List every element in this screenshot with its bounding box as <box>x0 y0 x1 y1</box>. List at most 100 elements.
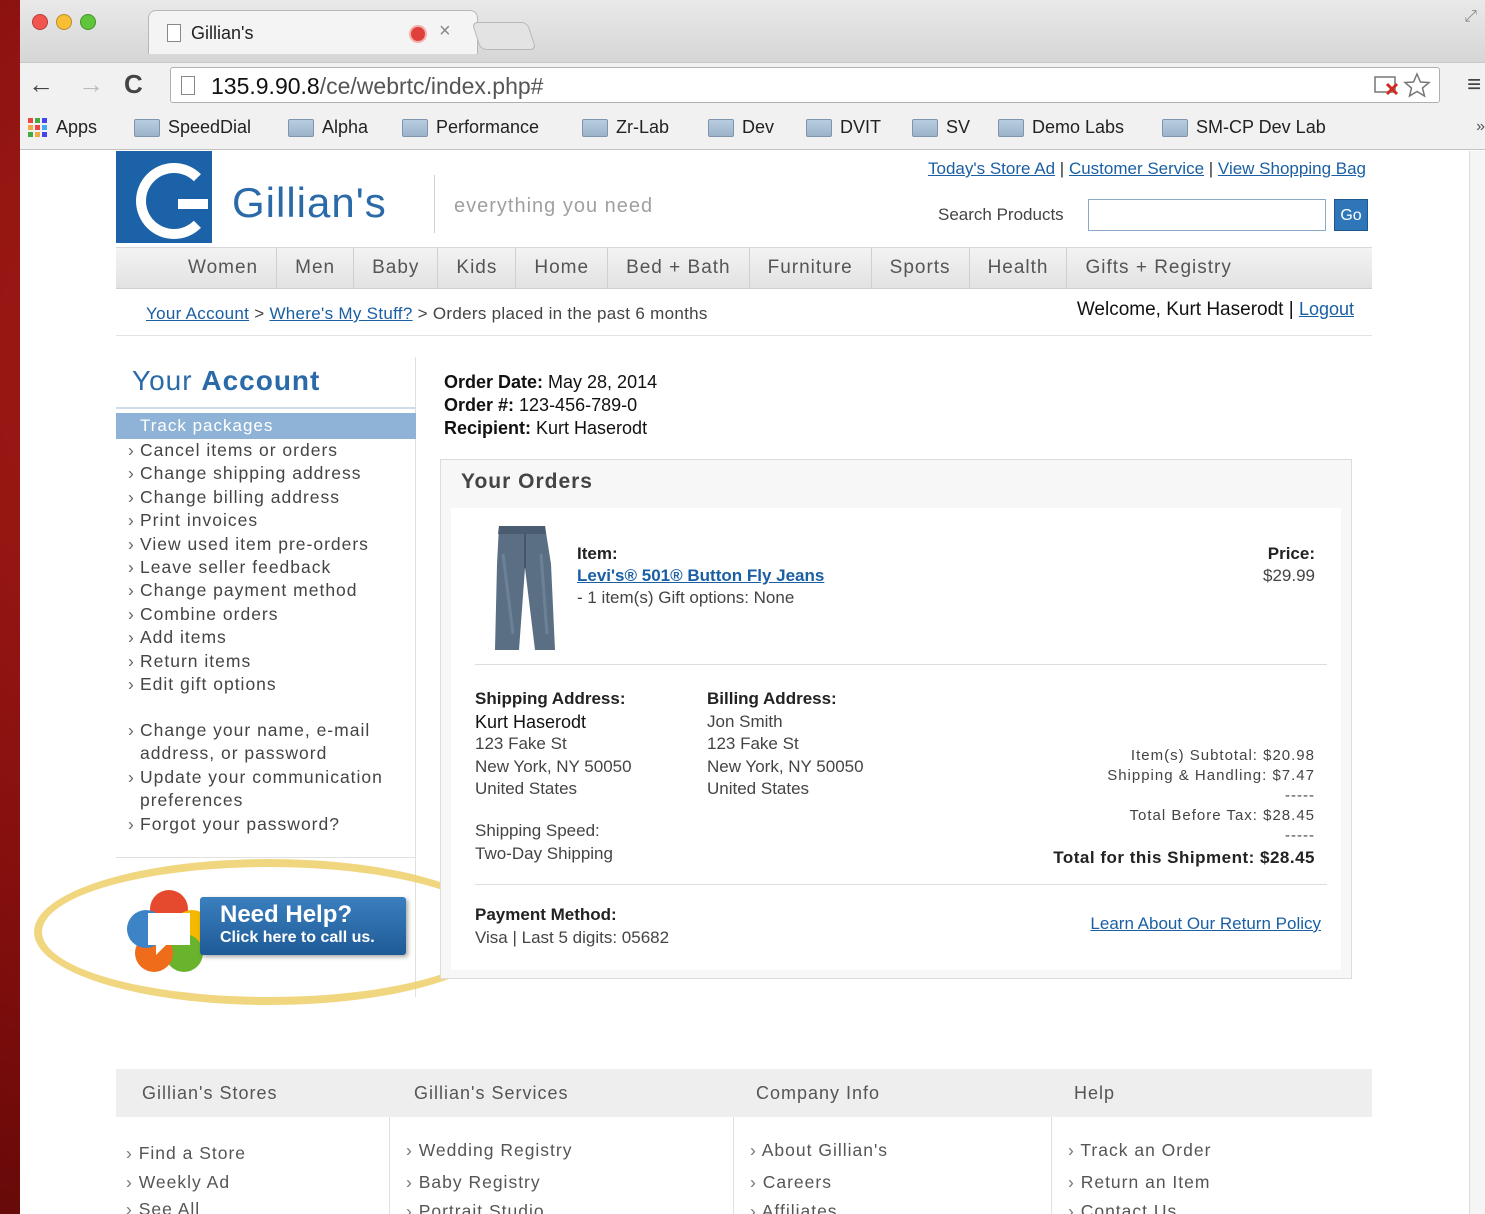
sidebar-item-seller-feedback[interactable]: Leave seller feedback <box>126 556 416 580</box>
nav-gifts-registry[interactable]: Gifts + Registry <box>1067 248 1249 288</box>
sidebar-item-change-shipping[interactable]: Change shipping address <box>126 462 416 486</box>
browser-tab[interactable]: Gillian's × <box>148 10 478 54</box>
blocked-camera-icon[interactable] <box>1373 72 1433 98</box>
sidebar-item-track-packages[interactable]: Track packages <box>116 413 416 439</box>
nav-kids[interactable]: Kids <box>438 248 517 288</box>
logo-text[interactable]: Gillian's <box>232 179 387 227</box>
breadcrumb: Your Account > Where's My Stuff? > Order… <box>146 304 708 324</box>
bookmark-folder[interactable]: Zr-Lab <box>582 117 669 138</box>
footer-heading-help: Help <box>1074 1083 1116 1103</box>
footer-link-contact[interactable]: Contact Us <box>1068 1201 1177 1214</box>
address-bar[interactable]: 135.9.90.8/ce/webrtc/index.php# <box>170 67 1440 103</box>
jeans-product-image[interactable] <box>491 524 557 654</box>
sidebar-item-change-billing[interactable]: Change billing address <box>126 486 416 510</box>
item-name-link[interactable]: Levi's® 501® Button Fly Jeans <box>577 566 824 586</box>
bookmark-label: Alpha <box>322 117 369 137</box>
shipping-speed-value: Two-Day Shipping <box>475 843 613 863</box>
folder-icon <box>288 118 314 137</box>
bookmark-folder[interactable]: SpeedDial <box>134 117 251 138</box>
search-input[interactable] <box>1088 199 1326 231</box>
order-summary: Order Date: May 28, 2014 Order #: 123-45… <box>444 371 657 440</box>
sidebar-title-light: Your <box>132 365 202 396</box>
fullscreen-icon[interactable]: ⤢ <box>1464 8 1477 26</box>
divider <box>475 884 1327 885</box>
nav-home[interactable]: Home <box>516 248 609 288</box>
back-arrow-icon[interactable]: ← <box>28 69 54 100</box>
sidebar-item-forgot-password[interactable]: Forgot your password? <box>126 813 416 837</box>
shopping-bag-link[interactable]: View Shopping Bag <box>1218 159 1366 178</box>
breadcrumb-wheres-my-stuff[interactable]: Where's My Stuff? <box>269 304 412 323</box>
footer-link-track-order[interactable]: Track an Order <box>1068 1140 1211 1161</box>
need-help-button[interactable]: Need Help? Click here to call us. <box>200 897 406 955</box>
menu-icon[interactable]: ≡ <box>1467 71 1481 99</box>
store-ad-link[interactable]: Today's Store Ad <box>928 159 1055 178</box>
new-tab-button[interactable] <box>471 22 537 50</box>
order-totals: Item(s) Subtotal: $20.98 Shipping & Hand… <box>1053 746 1315 870</box>
breadcrumb-current: > Orders placed in the past 6 months <box>412 304 708 323</box>
nav-health[interactable]: Health <box>970 248 1068 288</box>
footer-link-portrait-studio[interactable]: Portrait Studio <box>406 1201 545 1214</box>
sidebar-item-change-name[interactable]: Change your name, e-mail address, or pas… <box>126 719 416 766</box>
bookmark-folder[interactable]: DVIT <box>806 117 881 138</box>
nav-bed-bath[interactable]: Bed + Bath <box>608 248 750 288</box>
bookmarks-bar: Apps SpeedDial Alpha Performance Zr-Lab … <box>20 106 1485 150</box>
nav-women[interactable]: Women <box>116 248 278 288</box>
close-window-button[interactable] <box>32 14 48 30</box>
customer-service-link[interactable]: Customer Service <box>1069 159 1204 178</box>
breadcrumb-separator: > <box>249 304 270 323</box>
logout-link[interactable]: Logout <box>1299 299 1354 319</box>
footer-link-about[interactable]: About Gillian's <box>750 1140 888 1161</box>
sidebar-item-combine-orders[interactable]: Combine orders <box>126 603 416 627</box>
sidebar-item-gift-options[interactable]: Edit gift options <box>126 673 416 697</box>
sidebar-list: Cancel items or orders Change shipping a… <box>126 439 416 697</box>
sidebar-item-print-invoices[interactable]: Print invoices <box>126 509 416 533</box>
url-host: 135.9.90.8 <box>211 73 320 99</box>
billing-address: Billing Address: Jon Smith 123 Fake St N… <box>707 688 864 801</box>
bookmark-folder[interactable]: Dev <box>708 117 774 138</box>
order-number-row: Order #: 123-456-789-0 <box>444 394 657 417</box>
footer-link-find-store[interactable]: Find a Store <box>126 1143 246 1164</box>
sidebar-item-payment-method[interactable]: Change payment method <box>126 579 416 603</box>
footer-link-return-item[interactable]: Return an Item <box>1068 1172 1210 1193</box>
item-detail: - 1 item(s) Gift options: None <box>577 588 795 607</box>
shipping-line2: New York, NY 50050 <box>475 756 632 776</box>
blocked-media-and-star-icons[interactable] <box>1373 72 1433 104</box>
zoom-window-button[interactable] <box>80 14 96 30</box>
footer-column-services: Wedding Registry Baby Registry Portrait … <box>390 1117 734 1214</box>
bookmark-folder[interactable]: SV <box>912 117 970 138</box>
minimize-window-button[interactable] <box>56 14 72 30</box>
search-go-button[interactable]: Go <box>1334 199 1368 231</box>
logo-mark[interactable] <box>116 151 212 243</box>
sidebar-item-cancel[interactable]: Cancel items or orders <box>126 439 416 463</box>
sidebar-item-add-items[interactable]: Add items <box>126 626 416 650</box>
nav-furniture[interactable]: Furniture <box>750 248 872 288</box>
g-logo-bar <box>178 199 208 209</box>
sidebar-item-pre-orders[interactable]: View used item pre-orders <box>126 533 416 557</box>
orders-title: Your Orders <box>461 470 593 493</box>
scrollbar[interactable] <box>1469 151 1485 1214</box>
close-tab-icon[interactable]: × <box>439 20 451 43</box>
nav-baby[interactable]: Baby <box>354 248 439 288</box>
forward-arrow-icon[interactable]: → <box>78 69 104 100</box>
bookmark-folder[interactable]: SM-CP Dev Lab <box>1162 117 1326 138</box>
bookmark-folder[interactable]: Performance <box>402 117 539 138</box>
footer-link-see-all[interactable]: See All <box>126 1199 200 1214</box>
more-bookmarks-icon[interactable]: » <box>1476 118 1485 136</box>
reload-icon[interactable]: C <box>124 69 143 100</box>
nav-men[interactable]: Men <box>277 248 355 288</box>
bookmark-label: DVIT <box>840 117 882 137</box>
sidebar-item-communication-prefs[interactable]: Update your communication preferences <box>126 766 416 813</box>
footer-link-baby-registry[interactable]: Baby Registry <box>406 1172 541 1193</box>
footer-link-weekly-ad[interactable]: Weekly Ad <box>126 1172 230 1193</box>
sidebar-item-return-items[interactable]: Return items <box>126 650 416 674</box>
footer-link-careers[interactable]: Careers <box>750 1172 832 1193</box>
nav-sports[interactable]: Sports <box>872 248 970 288</box>
bookmark-apps[interactable]: Apps <box>28 117 97 138</box>
logo-divider <box>434 175 435 233</box>
return-policy-link[interactable]: Learn About Our Return Policy <box>1090 914 1321 934</box>
bookmark-folder[interactable]: Demo Labs <box>998 117 1124 138</box>
breadcrumb-your-account[interactable]: Your Account <box>146 304 249 323</box>
bookmark-folder[interactable]: Alpha <box>288 117 368 138</box>
footer-link-affiliates[interactable]: Affiliates <box>750 1201 838 1214</box>
footer-link-wedding-registry[interactable]: Wedding Registry <box>406 1140 573 1161</box>
